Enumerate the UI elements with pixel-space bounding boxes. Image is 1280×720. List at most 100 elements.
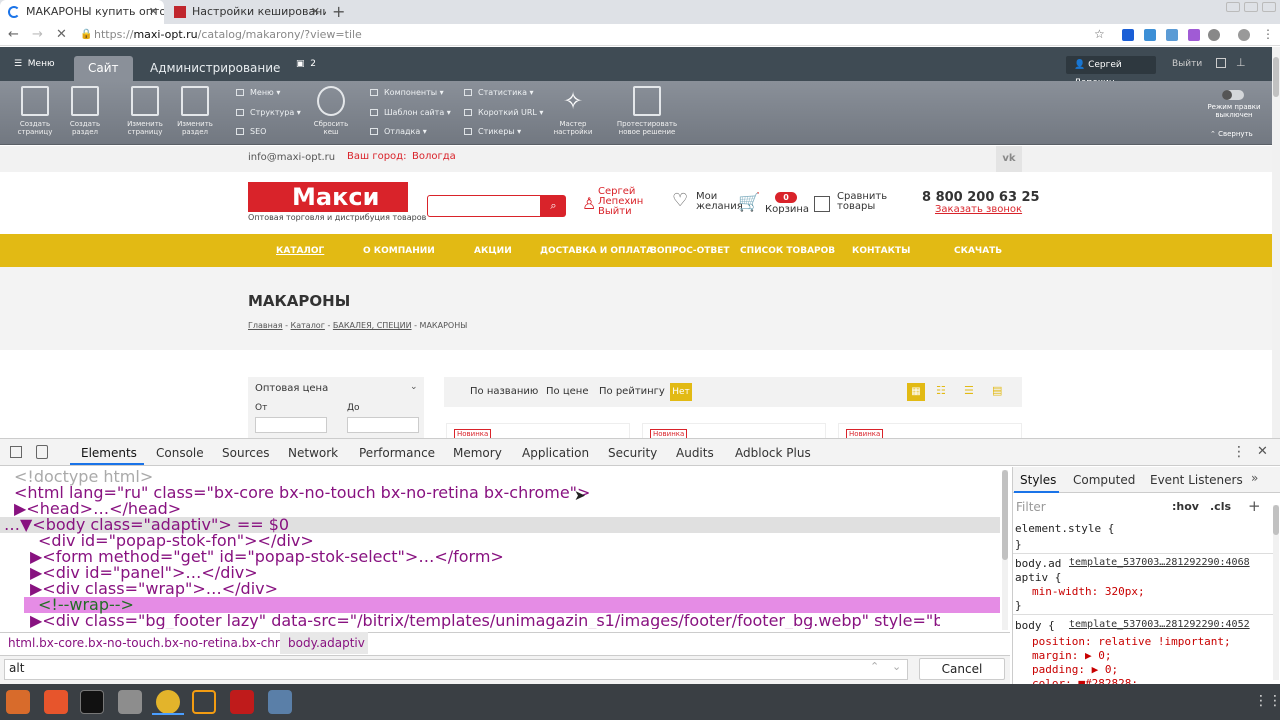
- product-card[interactable]: Новинка: [446, 423, 630, 439]
- forward-icon[interactable]: →: [32, 27, 43, 42]
- menu-product-list[interactable]: СПИСОК ТОВАРОВ: [740, 246, 835, 256]
- bx-menu-button[interactable]: ☰ Меню: [14, 59, 55, 69]
- wishlist-link[interactable]: Мои желания: [696, 192, 743, 212]
- tab-security[interactable]: Security: [608, 446, 657, 460]
- bx-menu-item[interactable]: Меню ▾: [236, 88, 280, 97]
- create-page-button[interactable]: Создать страницу: [12, 86, 58, 136]
- tab-console[interactable]: Console: [156, 446, 204, 460]
- collapse-button[interactable]: ⌃ Свернуть: [1210, 130, 1253, 138]
- sort-none-badge[interactable]: Нет: [670, 383, 692, 401]
- notifications-button[interactable]: ▣ 2: [296, 59, 316, 69]
- tab-application[interactable]: Application: [522, 446, 589, 460]
- style-property[interactable]: min-width: 320px;: [1032, 585, 1145, 598]
- bx-template-item[interactable]: Шаблон сайта ▾: [370, 108, 451, 117]
- style-rule-selector[interactable]: body.ad aptiv {: [1015, 557, 1065, 585]
- style-property[interactable]: margin: ▶ 0;: [1032, 649, 1111, 662]
- filter-title[interactable]: Оптовая цена: [255, 383, 328, 394]
- tab-sources[interactable]: Sources: [222, 446, 269, 460]
- user-logout[interactable]: Выйти: [598, 206, 632, 217]
- tab-network[interactable]: Network: [288, 446, 338, 460]
- tab-adblock-plus[interactable]: Adblock Plus: [735, 446, 811, 460]
- style-property[interactable]: padding: ▶ 0;: [1032, 663, 1118, 676]
- chrome-icon[interactable]: [156, 690, 180, 714]
- extension-icon[interactable]: [1188, 29, 1200, 41]
- close-tab-icon[interactable]: ✕: [149, 0, 158, 24]
- wizard-button[interactable]: ✧ Мастер настройки: [550, 86, 596, 136]
- create-section-button[interactable]: Создать раздел: [62, 86, 108, 136]
- menu-delivery[interactable]: ДОСТАВКА И ОПЛАТА: [540, 246, 653, 256]
- styles-scrollbar[interactable]: [1273, 505, 1279, 680]
- menu-promos[interactable]: АКЦИИ: [474, 246, 512, 256]
- sublime-text-icon[interactable]: [192, 690, 216, 714]
- menu-about[interactable]: О КОМПАНИИ: [363, 246, 435, 256]
- list-view-icon[interactable]: ☷: [936, 384, 946, 397]
- extension-icon[interactable]: [1144, 29, 1156, 41]
- crumb-grocery[interactable]: БАКАЛЕЯ, СПЕЦИИ: [333, 321, 412, 330]
- extension-globe-icon[interactable]: [1208, 29, 1220, 41]
- crumb-home[interactable]: Главная: [248, 321, 283, 330]
- cancel-search-button[interactable]: Cancel: [919, 658, 1005, 680]
- menu-faq[interactable]: ВОПРОС-ОТВЕТ: [650, 246, 730, 256]
- user-button[interactable]: 👤 Сергей Лепехин: [1066, 56, 1156, 88]
- bx-shorturl-item[interactable]: Короткий URL ▾: [464, 108, 543, 117]
- bx-structure-item[interactable]: Структура ▾: [236, 108, 301, 117]
- search-prev-icon[interactable]: ⌃: [870, 660, 879, 673]
- minimize-icon[interactable]: [1226, 2, 1240, 12]
- tab-elements[interactable]: Elements: [81, 446, 137, 460]
- cart-link[interactable]: Корзина: [765, 204, 809, 215]
- devtools-menu-icon[interactable]: ⋮: [1232, 444, 1246, 460]
- compare-link[interactable]: Сравнить товары: [837, 192, 893, 212]
- bx-debug-item[interactable]: Отладка ▾: [370, 127, 427, 136]
- search-icon[interactable]: ⌕: [541, 195, 566, 217]
- filezilla-icon[interactable]: [230, 690, 254, 714]
- menu-download[interactable]: СКАЧАТЬ: [954, 246, 1002, 256]
- extension-icon[interactable]: [1166, 29, 1178, 41]
- style-property[interactable]: color: ■#282828;: [1032, 677, 1138, 684]
- url-field[interactable]: https://maxi-opt.ru/catalog/makarony/?vi…: [94, 28, 362, 41]
- hover-state-toggle[interactable]: :hov: [1172, 500, 1199, 513]
- tab-styles[interactable]: Styles: [1020, 473, 1056, 487]
- product-card[interactable]: Новинка: [838, 423, 1022, 439]
- bx-components-item[interactable]: Компоненты ▾: [370, 88, 444, 97]
- reset-cache-button[interactable]: Сбросить кеш: [308, 86, 354, 136]
- browser-tab-active[interactable]: МАКАРОНЫ купить опто ✕: [0, 0, 164, 24]
- product-card[interactable]: Новинка: [642, 423, 826, 439]
- tab-site[interactable]: Сайт: [74, 56, 133, 81]
- text-view-icon[interactable]: ☰: [964, 384, 974, 397]
- chevron-down-icon[interactable]: ⌄: [410, 382, 418, 392]
- style-source-link[interactable]: template_537003…281292290:4052: [1069, 619, 1250, 630]
- inspect-element-icon[interactable]: [10, 446, 22, 458]
- sort-by-rating[interactable]: По рейтингу: [599, 386, 665, 397]
- vk-icon[interactable]: vk: [996, 146, 1022, 172]
- menu-catalog[interactable]: КАТАЛОГ: [276, 246, 324, 256]
- styles-filter-input[interactable]: Filter: [1016, 497, 1160, 517]
- close-tab-icon[interactable]: ✕: [311, 0, 320, 24]
- edit-section-button[interactable]: Изменить раздел: [172, 86, 218, 136]
- style-source-link[interactable]: template_537003…281292290:4068: [1069, 557, 1250, 568]
- new-tab-button[interactable]: +: [332, 2, 345, 21]
- bx-seo-item[interactable]: SEO: [236, 127, 266, 136]
- email-link[interactable]: info@maxi-opt.ru: [248, 152, 335, 163]
- tab-event-listeners[interactable]: Event Listeners: [1150, 473, 1243, 487]
- crumb-body[interactable]: body.adaptiv: [288, 636, 365, 650]
- dom-node-comment[interactable]: <!--wrap-->: [38, 597, 1038, 613]
- site-logo[interactable]: Макси: [248, 182, 408, 212]
- maximize-icon[interactable]: [1244, 2, 1258, 12]
- chrome-menu-icon[interactable]: ⋮: [1262, 27, 1274, 41]
- other-app-icon[interactable]: [268, 690, 292, 714]
- browser-tab-caching[interactable]: Настройки кеширования ✕: [166, 0, 326, 24]
- search-input[interactable]: [427, 195, 541, 217]
- close-devtools-icon[interactable]: ✕: [1257, 444, 1268, 459]
- style-rule-selector[interactable]: body {: [1015, 619, 1055, 632]
- tab-audits[interactable]: Audits: [676, 446, 714, 460]
- phpstorm-icon[interactable]: [80, 690, 104, 714]
- city-selector[interactable]: Вологда: [412, 151, 456, 162]
- scrollbar-thumb[interactable]: [1273, 505, 1279, 535]
- back-icon[interactable]: ←: [8, 27, 19, 42]
- dom-node-wrap[interactable]: ▶<div class="wrap">…</div>: [30, 581, 1030, 597]
- panel-settings-icon[interactable]: [1216, 58, 1226, 68]
- bx-stats-item[interactable]: Статистика ▾: [464, 88, 534, 97]
- table-view-icon[interactable]: ▤: [992, 384, 1002, 397]
- sort-by-name[interactable]: По названию: [470, 386, 538, 397]
- device-toggle-icon[interactable]: [36, 445, 48, 459]
